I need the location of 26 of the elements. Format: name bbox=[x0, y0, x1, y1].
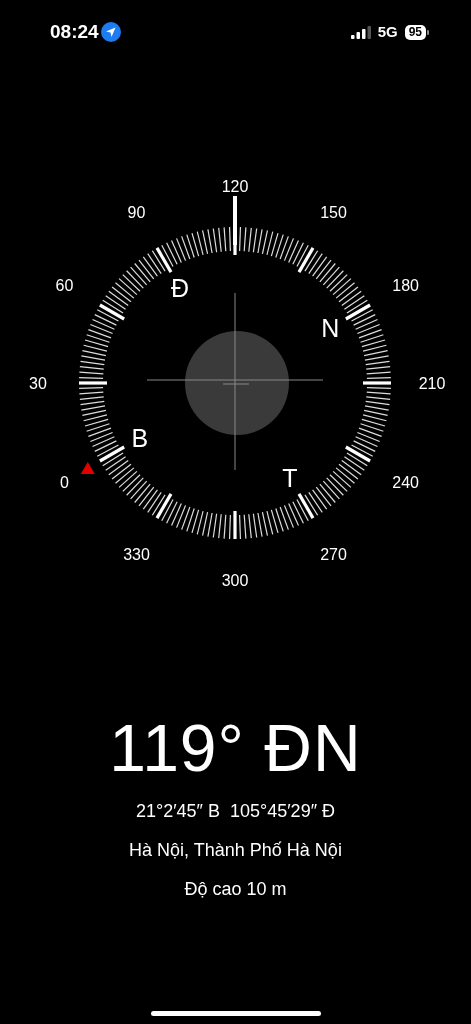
degree-label: 300 bbox=[221, 572, 249, 589]
degree-label: 150 bbox=[320, 204, 347, 222]
degree-label: 270 bbox=[320, 545, 347, 563]
degree-label: 120 bbox=[221, 178, 249, 195]
cardinal-letter: T bbox=[282, 464, 298, 493]
signal-icon bbox=[350, 25, 371, 39]
degree-label: 0 bbox=[59, 473, 69, 491]
battery-level: 95 bbox=[404, 24, 426, 40]
heading-indicator bbox=[233, 196, 237, 245]
altitude: Độ cao 10 m bbox=[184, 878, 287, 901]
degree-label: 330 bbox=[123, 545, 150, 563]
degree-label: 60 bbox=[55, 276, 74, 294]
location-name: Hà Nội, Thành Phố Hà Nội bbox=[129, 839, 342, 862]
north-marker-icon bbox=[80, 462, 95, 474]
coordinates: 21°2′45″ B 105°45′29″ Đ bbox=[136, 800, 335, 823]
network-type: 5G bbox=[377, 21, 398, 42]
cardinal-letter: Đ bbox=[170, 273, 190, 302]
clock-time: 08:24 bbox=[50, 19, 99, 44]
degree-label: 30 bbox=[29, 375, 47, 392]
degree-label: 180 bbox=[392, 276, 419, 294]
heading-reading: 119° ĐN bbox=[109, 710, 362, 787]
degree-label: 90 bbox=[127, 204, 146, 222]
cardinal-letter: N bbox=[321, 314, 340, 342]
degree-label: 210 bbox=[418, 375, 446, 392]
degree-label: 240 bbox=[392, 473, 419, 491]
cardinal-letter: B bbox=[131, 424, 149, 452]
